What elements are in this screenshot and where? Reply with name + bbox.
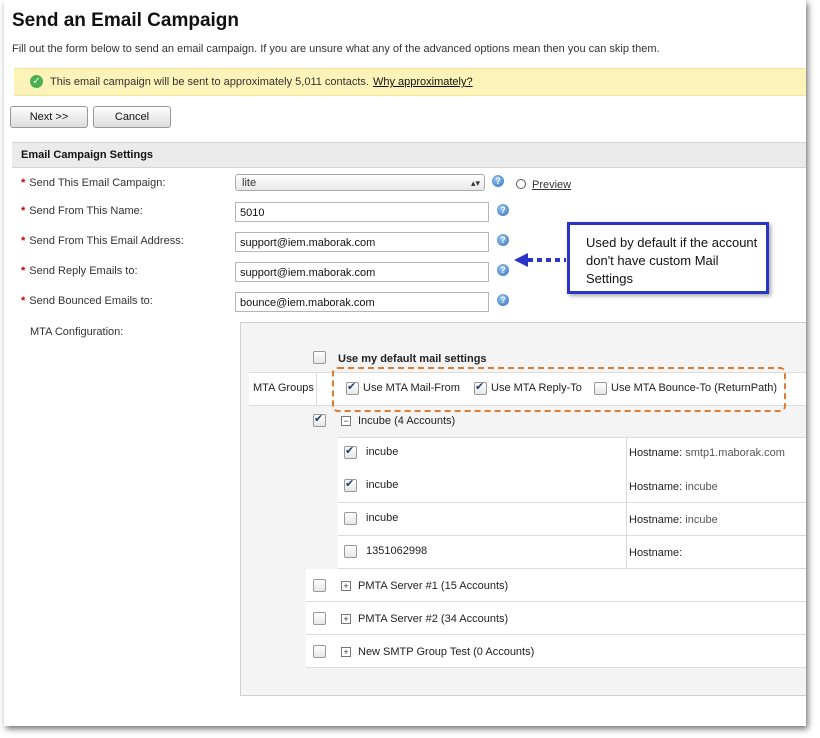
divider (626, 503, 627, 535)
hostname-label: Hostname: (629, 547, 683, 559)
divider (626, 470, 627, 502)
account-host: Hostname: (629, 547, 682, 559)
reply-email-label-text: Send Reply Emails to: (29, 265, 138, 277)
next-button[interactable]: Next >> (10, 106, 88, 128)
callout-text: Used by default if the account don't hav… (586, 235, 758, 286)
group-label: PMTA Server #1 (15 Accounts) (358, 580, 509, 592)
collapse-icon[interactable]: − (341, 416, 351, 426)
help-icon[interactable]: ? (497, 204, 509, 216)
preview-text: Preview (532, 179, 572, 191)
account-checkbox[interactable] (344, 477, 357, 492)
help-icon[interactable]: ? (497, 264, 509, 276)
section-title: Email Campaign Settings (21, 149, 154, 161)
required-mark: * (21, 177, 26, 189)
preview-link[interactable]: Preview (516, 178, 571, 191)
account-name: incube (366, 479, 399, 491)
dotted-arrow-icon (514, 253, 566, 267)
help-icon[interactable]: ? (497, 234, 509, 246)
notice-banner: ✓ This email campaign will be sent to ap… (14, 68, 806, 96)
from-name-input[interactable]: 5010 (235, 202, 489, 222)
bounce-email-input[interactable]: bounce@iem.maborak.com (235, 292, 489, 312)
highlight-dashed-box (332, 367, 786, 412)
required-mark: * (21, 235, 26, 247)
group-label: New SMTP Group Test (0 Accounts) (358, 646, 535, 658)
annotation-callout: Used by default if the account don't hav… (567, 222, 769, 294)
hostname-label: Hostname: (629, 447, 683, 459)
expand-icon[interactable]: + (341, 647, 351, 657)
from-name-label: * Send From This Name: (21, 205, 143, 217)
group-checkbox[interactable] (313, 612, 326, 625)
account-name: 1351062998 (366, 545, 428, 557)
account-name: incube (366, 446, 399, 458)
why-approximately-link[interactable]: Why approximately? (373, 76, 473, 88)
required-mark: * (21, 205, 26, 217)
expand-icon[interactable]: + (341, 614, 351, 624)
account-host: Hostname: smtp1.maborak.com (629, 447, 785, 459)
group-incube-checkbox[interactable] (313, 412, 326, 427)
magnifier-icon (516, 179, 526, 189)
table-row (338, 470, 806, 503)
page-title: Send an Email Campaign (12, 10, 239, 31)
select-arrows-icon: ▴▾ (470, 178, 480, 188)
from-email-label-text: Send From This Email Address: (29, 235, 184, 247)
account-checkbox[interactable] (344, 512, 357, 525)
campaign-label-text: Send This Email Campaign: (29, 177, 166, 189)
help-icon[interactable]: ? (497, 294, 509, 306)
reply-email-label: * Send Reply Emails to: (21, 265, 138, 277)
from-name-label-text: Send From This Name: (29, 205, 143, 217)
from-email-label: * Send From This Email Address: (21, 235, 184, 247)
mta-groups-label: MTA Groups (253, 382, 314, 394)
help-icon[interactable]: ? (492, 175, 504, 187)
table-row (338, 503, 806, 536)
divider (316, 372, 317, 406)
group-checkbox[interactable] (313, 645, 326, 658)
account-host: Hostname: incube (629, 481, 718, 493)
group-checkbox[interactable] (313, 579, 326, 592)
notice-message: This email campaign will be sent to appr… (50, 76, 473, 88)
page-frame: Send an Email Campaign Fill out the form… (4, 0, 806, 726)
hostname-value: incube (685, 481, 718, 493)
mta-config-label: MTA Configuration: (30, 326, 124, 338)
campaign-select[interactable]: lite ▴▾ (235, 174, 485, 191)
required-mark: * (21, 295, 26, 307)
divider (626, 438, 627, 470)
expand-icon[interactable]: + (341, 581, 351, 591)
hostname-value: incube (685, 514, 718, 526)
cancel-button[interactable]: Cancel (93, 106, 171, 128)
check-icon: ✓ (30, 75, 43, 88)
reply-email-input[interactable]: support@iem.maborak.com (235, 262, 489, 282)
required-mark: * (21, 265, 26, 277)
from-email-input[interactable]: support@iem.maborak.com (235, 232, 489, 252)
account-checkbox[interactable] (344, 545, 357, 558)
hostname-label: Hostname: (629, 514, 683, 526)
account-host: Hostname: incube (629, 514, 718, 526)
notice-text: This email campaign will be sent to appr… (50, 76, 369, 88)
group-label: PMTA Server #2 (34 Accounts) (358, 613, 509, 625)
divider (626, 536, 627, 568)
default-mail-settings-label: Use my default mail settings (338, 353, 487, 365)
campaign-label: * Send This Email Campaign: (21, 177, 165, 189)
account-name: incube (366, 512, 399, 524)
account-checkbox[interactable] (344, 444, 357, 459)
campaign-select-value: lite (242, 177, 257, 189)
bounce-email-label-text: Send Bounced Emails to: (29, 295, 153, 307)
section-header: Email Campaign Settings (12, 142, 806, 168)
hostname-label: Hostname: (629, 481, 683, 493)
group-incube-label: Incube (4 Accounts) (358, 415, 456, 427)
hostname-value: smtp1.maborak.com (685, 447, 785, 459)
bounce-email-label: * Send Bounced Emails to: (21, 295, 153, 307)
page-intro: Fill out the form below to send an email… (12, 43, 660, 55)
default-mail-settings-checkbox[interactable] (313, 351, 326, 364)
